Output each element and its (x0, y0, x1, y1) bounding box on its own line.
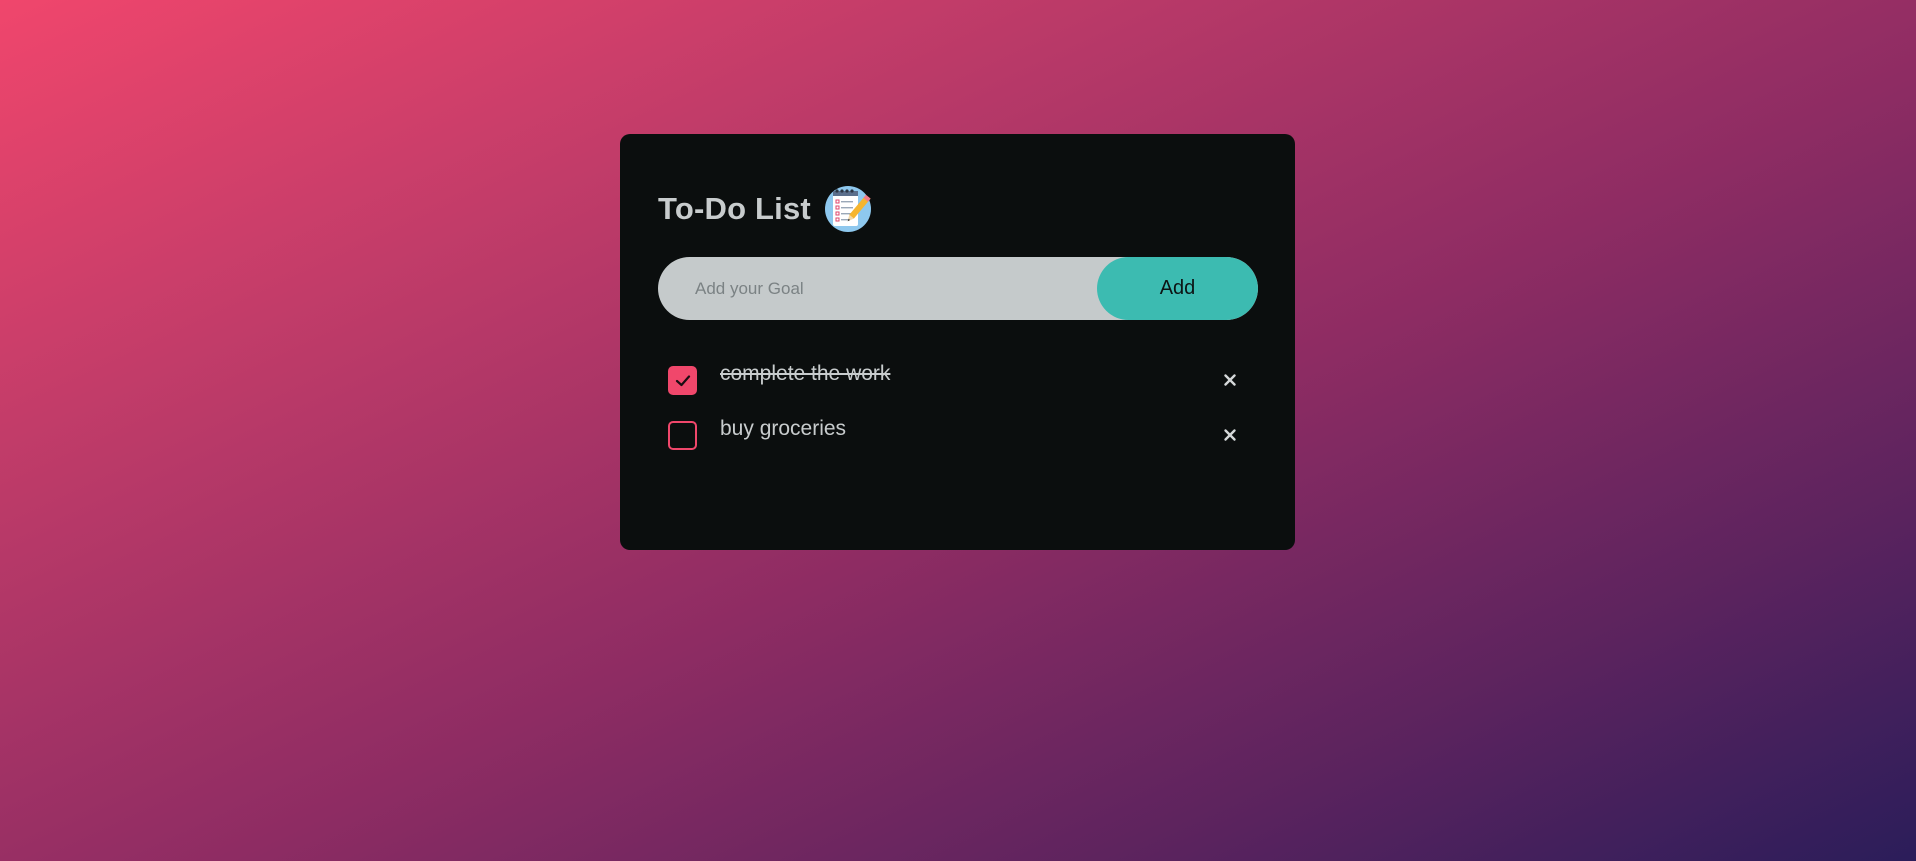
page-title: To-Do List (658, 191, 811, 226)
list-item[interactable]: complete the work (658, 360, 1257, 404)
close-icon[interactable] (1219, 369, 1241, 391)
task-checkbox[interactable] (668, 366, 697, 395)
goal-input-row: Add (658, 257, 1258, 320)
task-label: buy groceries (720, 417, 847, 440)
list-item[interactable]: buy groceries (658, 415, 1257, 459)
task-label: complete the work (720, 362, 891, 385)
task-list: complete the work buy groceries (658, 360, 1257, 459)
close-icon[interactable] (1219, 424, 1241, 446)
goal-input[interactable] (658, 257, 1098, 320)
task-checkbox[interactable] (668, 421, 697, 450)
add-button[interactable]: Add (1097, 257, 1258, 320)
todo-card: To-Do List Add your Goal Add complete th… (620, 134, 1295, 550)
title-row: To-Do List (658, 183, 1257, 235)
notepad-icon (824, 185, 872, 233)
